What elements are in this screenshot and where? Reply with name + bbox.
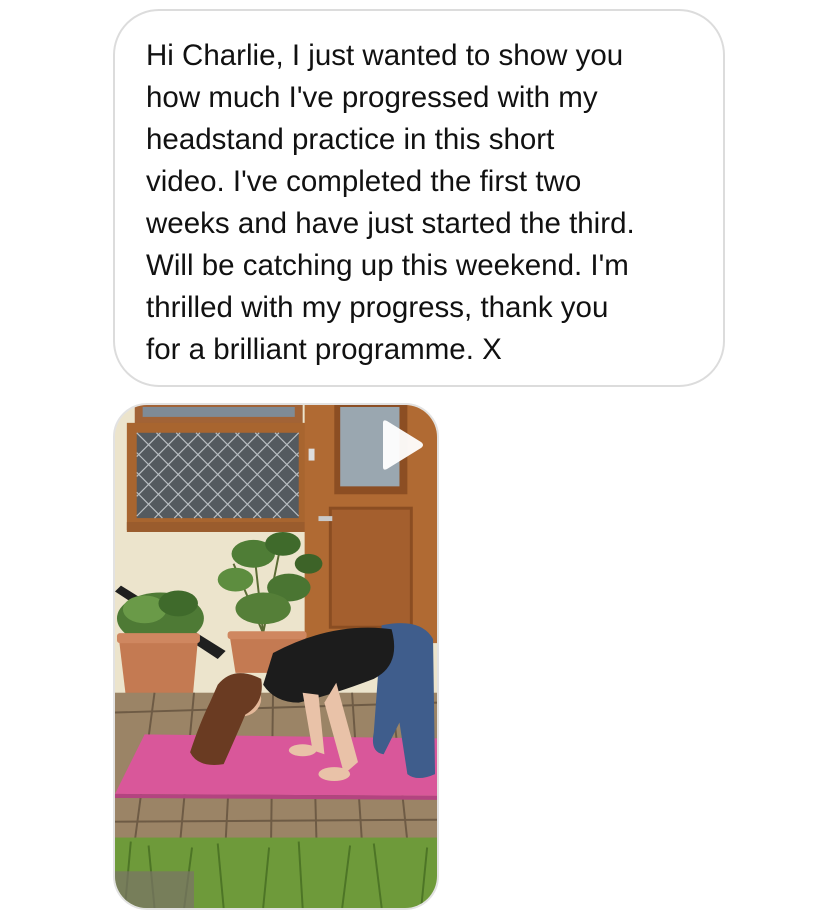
message-text: Hi Charlie, I just wanted to show you ho… [146, 39, 635, 366]
plant-left [116, 590, 204, 705]
chat-thread: Hi Charlie, I just wanted to show you ho… [0, 0, 828, 917]
window-glass [136, 432, 299, 519]
video-attachment[interactable] [113, 403, 439, 910]
message-bubble[interactable]: Hi Charlie, I just wanted to show you ho… [113, 9, 725, 387]
play-icon[interactable] [377, 419, 425, 471]
video-thumbnail [115, 405, 437, 908]
